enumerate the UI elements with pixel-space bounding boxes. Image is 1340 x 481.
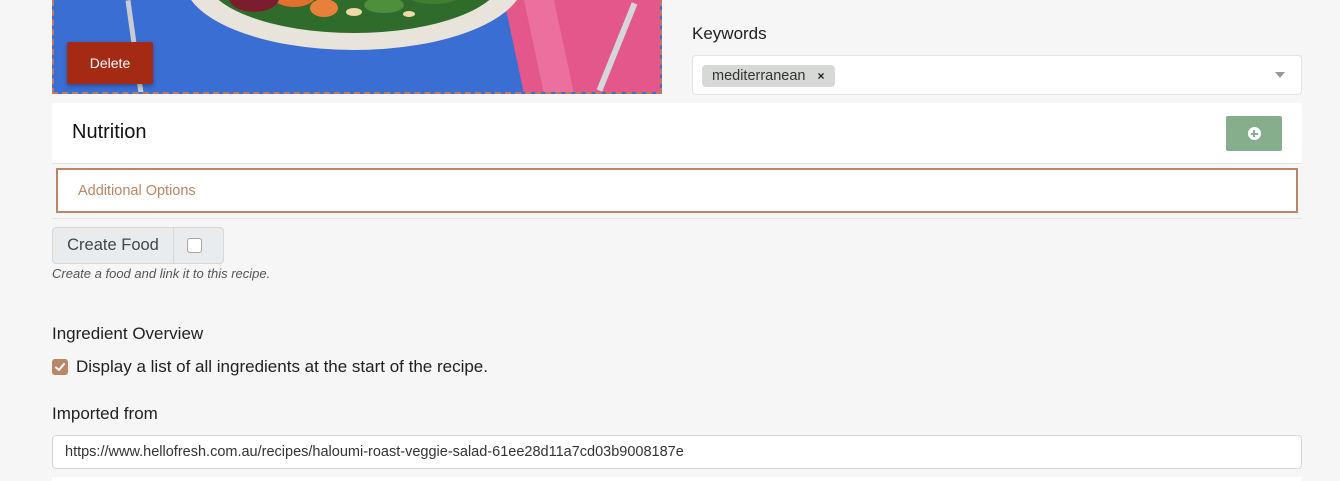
create-food-checkbox-wrap bbox=[174, 227, 224, 264]
imported-from-input[interactable] bbox=[52, 435, 1302, 469]
delete-image-button[interactable]: Delete bbox=[67, 42, 153, 84]
checkmark-icon bbox=[55, 363, 65, 371]
ingredient-overview-label: Ingredient Overview bbox=[52, 324, 204, 343]
additional-options-label: Additional Options bbox=[78, 183, 196, 199]
add-nutrition-button[interactable] bbox=[1226, 116, 1282, 151]
create-food-label: Create Food bbox=[52, 227, 174, 264]
chevron-down-icon[interactable] bbox=[1275, 72, 1285, 78]
plus-circle-icon bbox=[1247, 127, 1261, 140]
additional-options-toggle[interactable]: Additional Options bbox=[56, 168, 1298, 213]
divider bbox=[52, 218, 1302, 219]
remove-tag-icon[interactable]: × bbox=[818, 69, 825, 83]
keyword-tag-label: mediterranean bbox=[712, 68, 806, 84]
keywords-label: Keywords bbox=[692, 24, 767, 43]
create-food-help: Create a food and link it to this recipe… bbox=[52, 266, 271, 281]
keyword-tag: mediterranean × bbox=[702, 65, 835, 87]
create-food-checkbox[interactable] bbox=[187, 238, 202, 253]
ingredient-overview-checkbox-label: Display a list of all ingredients at the… bbox=[76, 357, 488, 376]
ingredient-overview-checkbox[interactable] bbox=[52, 359, 68, 375]
imported-from-label: Imported from bbox=[52, 404, 158, 423]
next-section-edge bbox=[52, 477, 1302, 481]
nutrition-card: Nutrition bbox=[52, 103, 1302, 164]
keywords-select[interactable]: mediterranean × bbox=[692, 55, 1302, 95]
nutrition-title: Nutrition bbox=[72, 121, 147, 143]
